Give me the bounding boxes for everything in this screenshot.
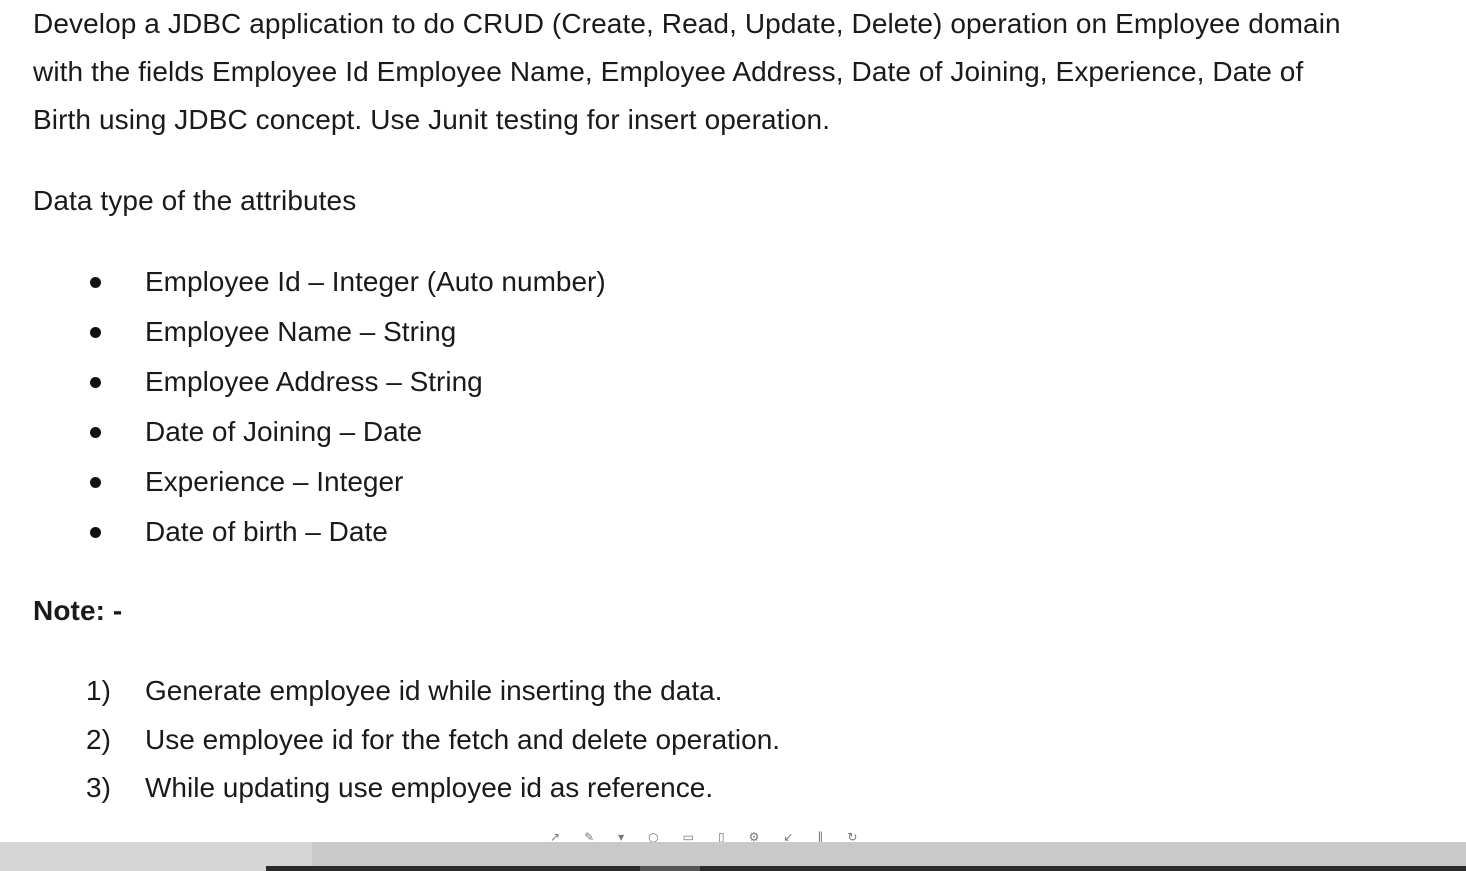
attribute-text: Employee Name – String bbox=[145, 316, 457, 347]
taskbar bbox=[0, 842, 1466, 871]
intro-line: Develop a JDBC application to do CRUD (C… bbox=[33, 8, 1341, 39]
attribute-text: Date of birth – Date bbox=[145, 516, 388, 547]
taskbar-strip bbox=[266, 866, 1466, 871]
intro-line: with the fields Employee Id Employee Nam… bbox=[33, 56, 1304, 87]
note-heading: Note: - bbox=[33, 595, 123, 626]
document-page: Develop a JDBC application to do CRUD (C… bbox=[0, 0, 1466, 840]
intro-line: Birth using JDBC concept. Use Junit test… bbox=[33, 104, 831, 135]
note-text: While updating use employee id as refere… bbox=[145, 772, 714, 803]
bullet-icon bbox=[90, 327, 101, 338]
bullet-icon bbox=[90, 527, 101, 538]
bullet-icon bbox=[90, 277, 101, 288]
note-number: 3) bbox=[86, 772, 111, 803]
attribute-text: Date of Joining – Date bbox=[145, 416, 423, 447]
attribute-text: Experience – Integer bbox=[145, 466, 404, 497]
note-number: 2) bbox=[86, 723, 111, 755]
attribute-text: Employee Address – String bbox=[145, 366, 483, 397]
datatype-heading: Data type of the attributes bbox=[33, 185, 357, 216]
note-number: 1) bbox=[86, 675, 111, 706]
attribute-text: Employee Id – Integer (Auto number) bbox=[145, 266, 606, 297]
bullet-icon bbox=[90, 427, 101, 438]
bullet-icon bbox=[90, 377, 101, 388]
intro-paragraph: Develop a JDBC application to do CRUD (C… bbox=[33, 0, 1463, 144]
note-text: Generate employee id while inserting the… bbox=[145, 675, 723, 706]
taskbar-active-indicator bbox=[640, 866, 700, 871]
note-text: Use employee id for the fetch and delete… bbox=[145, 723, 781, 755]
bullet-icon bbox=[90, 477, 101, 488]
